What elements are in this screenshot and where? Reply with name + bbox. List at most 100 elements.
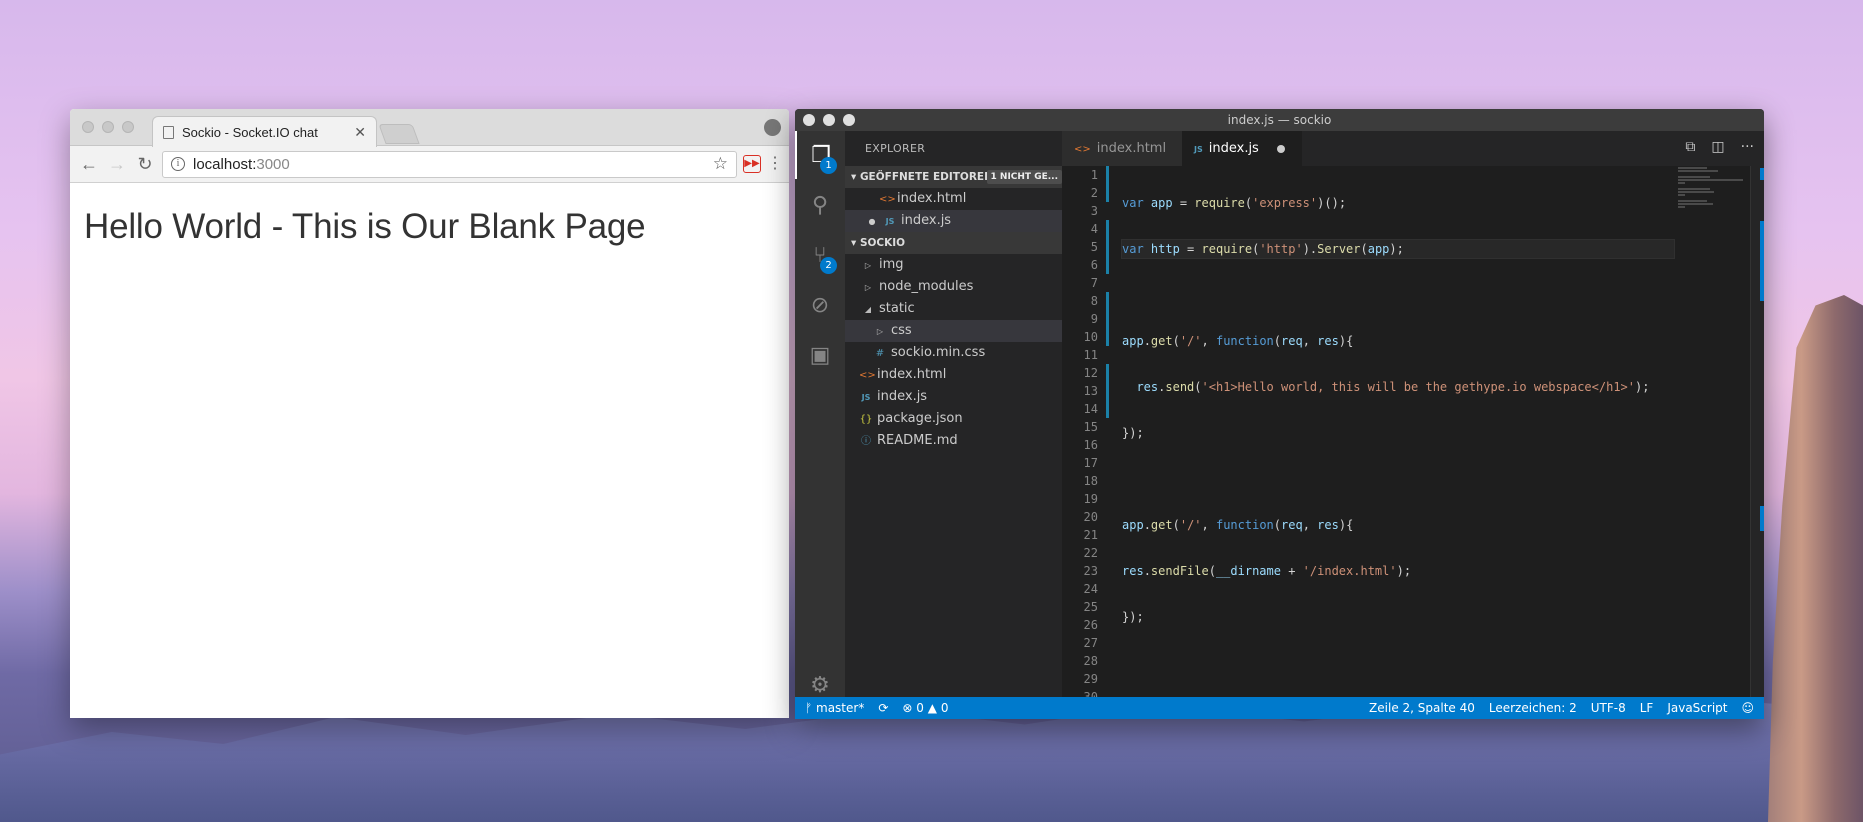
window-controls bbox=[803, 114, 855, 126]
split-editor-icon[interactable]: ◫ bbox=[1711, 139, 1724, 155]
more-menu-icon[interactable]: ⋮ bbox=[767, 156, 783, 172]
code-line[interactable]: }); bbox=[1122, 608, 1674, 626]
problems-item[interactable]: ⊗ 0 ▲ 0 bbox=[902, 701, 948, 715]
tree-item[interactable]: JS index.js bbox=[845, 386, 1062, 408]
tree-label: static bbox=[879, 301, 915, 316]
tree-item[interactable]: <>index.html bbox=[845, 364, 1062, 386]
tree-item[interactable]: {} package.json bbox=[845, 408, 1062, 430]
browser-window: Sockio - Socket.IO chat ✕ ← → ↻ i localh… bbox=[70, 109, 789, 718]
code-line[interactable]: res.sendFile(__dirname + '/index.html'); bbox=[1122, 562, 1674, 580]
line-number: 29 bbox=[1083, 672, 1098, 686]
line-number: 17 bbox=[1083, 456, 1098, 470]
more-actions-icon[interactable]: ··· bbox=[1741, 139, 1754, 155]
branch-item[interactable]: ᚠ master* bbox=[805, 701, 864, 715]
js-file-icon: JS bbox=[885, 217, 895, 226]
explorer-title: EXPLORER bbox=[865, 142, 926, 155]
tree-item[interactable]: ▷ css bbox=[845, 320, 1062, 342]
status-bar: ᚠ master* ⟳ ⊗ 0 ▲ 0 Zeile 2, Spalte 40 L… bbox=[795, 697, 1764, 719]
code-line[interactable]: res.send('<h1>Hello world, this will be … bbox=[1122, 378, 1674, 396]
code-line[interactable] bbox=[1122, 470, 1674, 488]
line-number: 22 bbox=[1083, 546, 1098, 560]
open-editor-label: index.js bbox=[901, 213, 952, 228]
tree-item[interactable]: ⓘ README.md bbox=[845, 430, 1062, 452]
bookmark-star-icon[interactable]: ☆ bbox=[713, 154, 728, 174]
close-window-button[interactable] bbox=[803, 114, 815, 126]
project-header[interactable]: ▾ SOCKIO bbox=[845, 232, 1062, 254]
window-title: index.js — sockio bbox=[1227, 113, 1332, 127]
warning-icon: ▲ bbox=[927, 701, 937, 715]
tree-item[interactable]: ◢ static bbox=[845, 298, 1062, 320]
search-icon[interactable]: ⚲ bbox=[795, 181, 845, 229]
profile-icon[interactable] bbox=[764, 119, 781, 136]
tree-item[interactable]: ▷ node_modules bbox=[845, 276, 1062, 298]
line-number: 26 bbox=[1083, 618, 1098, 632]
code-line[interactable] bbox=[1122, 654, 1674, 672]
vscode-window: index.js — sockio ❐ 1 ⚲ ⑂ 2 ⊘ ▣ ⚙ EXPLORER… bbox=[795, 109, 1764, 719]
line-number: 9 bbox=[1090, 312, 1098, 326]
open-editors-label: GEÖFFNETE EDITOREN bbox=[859, 171, 993, 183]
minimize-window-button[interactable] bbox=[823, 114, 835, 126]
line-number: 21 bbox=[1083, 528, 1098, 542]
url-port: 3000 bbox=[256, 155, 290, 173]
tab-label: index.js bbox=[1208, 141, 1259, 156]
end-of-line[interactable]: LF bbox=[1640, 701, 1654, 715]
extension-icon[interactable]: ▶▶ bbox=[743, 155, 761, 173]
address-bar[interactable]: i localhost:3000 ☆ bbox=[162, 150, 737, 178]
open-changes-icon[interactable]: ⧉ bbox=[1685, 139, 1695, 155]
tree-label: img bbox=[879, 257, 904, 272]
minimap[interactable] bbox=[1678, 166, 1750, 346]
info-icon[interactable]: i bbox=[171, 157, 185, 171]
url-text[interactable]: localhost:3000 bbox=[193, 156, 705, 173]
cursor-position[interactable]: Zeile 2, Spalte 40 bbox=[1369, 701, 1475, 715]
open-editor-item[interactable]: <>index.html bbox=[845, 188, 1062, 210]
code-line[interactable]: var http = require('http').Server(app); bbox=[1121, 239, 1675, 259]
editor-scrollbar[interactable] bbox=[1750, 166, 1764, 697]
debug-icon[interactable]: ⊘ bbox=[795, 281, 845, 329]
open-editor-item[interactable]: ● JS index.js bbox=[845, 210, 1062, 232]
js-file-icon: JS bbox=[1194, 145, 1203, 154]
close-tab-icon[interactable]: ✕ bbox=[354, 124, 366, 141]
line-number: 6 bbox=[1090, 258, 1098, 272]
code-line[interactable] bbox=[1122, 286, 1674, 304]
close-window-button[interactable] bbox=[82, 121, 94, 133]
tab-index-js[interactable]: JS index.js bbox=[1182, 131, 1302, 166]
open-editors-header[interactable]: ▾ GEÖFFNETE EDITOREN 1 NICHT GE... bbox=[845, 166, 1062, 188]
sync-icon[interactable]: ⟳ bbox=[878, 701, 888, 715]
line-number: 19 bbox=[1083, 492, 1098, 506]
tree-item[interactable]: # sockio.min.css bbox=[845, 342, 1062, 364]
language-mode[interactable]: JavaScript bbox=[1667, 701, 1727, 715]
code-line[interactable]: app.get('/', function(req, res){ bbox=[1122, 516, 1674, 534]
tree-item[interactable]: ▷ img bbox=[845, 254, 1062, 276]
forward-arrow-icon[interactable]: → bbox=[106, 154, 128, 175]
line-number: 20 bbox=[1083, 510, 1098, 524]
tab-index-html[interactable]: <> index.html bbox=[1062, 131, 1182, 166]
feedback-smiley-icon[interactable]: ☺ bbox=[1741, 701, 1754, 715]
explorer-sidebar: EXPLORER ▾ GEÖFFNETE EDITOREN 1 NICHT GE.… bbox=[845, 131, 1062, 697]
line-number: 4 bbox=[1090, 222, 1098, 236]
reload-icon[interactable]: ↻ bbox=[134, 154, 156, 175]
source-control-icon[interactable]: ⑂ 2 bbox=[795, 231, 845, 279]
line-number: 14 bbox=[1083, 402, 1098, 416]
explorer-icon[interactable]: ❐ 1 bbox=[795, 131, 845, 179]
code-line[interactable]: var app = require('express')(); bbox=[1122, 194, 1674, 212]
tree-label: sockio.min.css bbox=[891, 345, 986, 360]
zoom-window-button[interactable] bbox=[122, 121, 134, 133]
encoding[interactable]: UTF-8 bbox=[1591, 701, 1626, 715]
line-number: 3 bbox=[1090, 204, 1098, 218]
back-arrow-icon[interactable]: ← bbox=[78, 154, 100, 175]
zoom-window-button[interactable] bbox=[843, 114, 855, 126]
code-line[interactable]: app.get('/', function(req, res){ bbox=[1122, 332, 1674, 350]
line-number: 18 bbox=[1083, 474, 1098, 488]
new-tab-button[interactable] bbox=[378, 124, 420, 144]
line-number: 12 bbox=[1083, 366, 1098, 380]
browser-tab[interactable]: Sockio - Socket.IO chat ✕ bbox=[152, 116, 377, 147]
html-file-icon: <> bbox=[859, 370, 876, 381]
extensions-icon[interactable]: ▣ bbox=[795, 331, 845, 379]
indentation[interactable]: Leerzeichen: 2 bbox=[1489, 701, 1577, 715]
project-label: SOCKIO bbox=[859, 237, 906, 249]
code-lines[interactable]: var app = require('express')(); var http… bbox=[1121, 166, 1675, 716]
code-line[interactable]: }); bbox=[1122, 424, 1674, 442]
tree-label: README.md bbox=[877, 433, 958, 448]
unsaved-dot-icon[interactable] bbox=[1276, 144, 1285, 153]
minimize-window-button[interactable] bbox=[102, 121, 114, 133]
